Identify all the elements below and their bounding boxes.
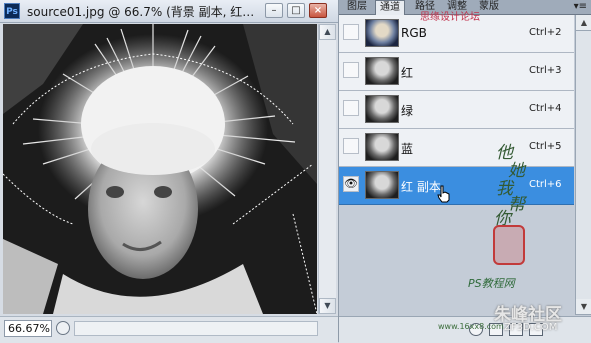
channel-shortcut: Ctrl+6 bbox=[529, 179, 562, 190]
document-title: source01.jpg @ 66.7% (背景 副本, 红… bbox=[27, 5, 255, 19]
watermark-domain: ZF3D.COM bbox=[504, 322, 558, 333]
channel-name: RGB bbox=[401, 26, 427, 40]
channel-name: 蓝 bbox=[401, 142, 414, 156]
channel-thumbnail bbox=[365, 57, 399, 85]
bangs bbox=[91, 123, 215, 175]
visibility-toggle[interactable] bbox=[343, 62, 359, 78]
scroll-up-icon[interactable]: ▲ bbox=[319, 24, 336, 40]
channels-panel: 图层 通道 路径 调整 蒙版 ▾≡ RGB Ctrl+2 红 Ctrl+3 绿 … bbox=[339, 0, 591, 343]
channel-row[interactable]: 蓝 Ctrl+5 bbox=[339, 129, 574, 167]
status-info-icon[interactable] bbox=[56, 321, 70, 335]
channel-thumbnail bbox=[365, 133, 399, 161]
watermark-top: 思缘设计论坛 bbox=[420, 12, 480, 23]
visibility-toggle[interactable] bbox=[343, 24, 359, 40]
maximize-button[interactable]: □ bbox=[287, 3, 305, 18]
visibility-toggle[interactable] bbox=[343, 138, 359, 154]
hand-cursor-icon bbox=[437, 185, 450, 203]
channel-shortcut: Ctrl+2 bbox=[529, 27, 562, 38]
tab-layers[interactable]: 图层 bbox=[343, 0, 371, 14]
channel-thumbnail bbox=[365, 95, 399, 123]
channel-row[interactable]: 红 Ctrl+3 bbox=[339, 53, 574, 91]
zoom-field[interactable]: 66.67% bbox=[4, 320, 52, 337]
channel-name: 红 副本 bbox=[401, 180, 441, 194]
channel-name: 红 bbox=[401, 66, 414, 80]
document-window: Ps source01.jpg @ 66.7% (背景 副本, 红… – □ × bbox=[0, 0, 339, 343]
channel-thumbnail bbox=[365, 171, 399, 199]
visibility-toggle[interactable] bbox=[343, 100, 359, 116]
document-titlebar[interactable]: Ps source01.jpg @ 66.7% (背景 副本, 红… – □ × bbox=[0, 0, 338, 23]
scroll-down-icon[interactable]: ▼ bbox=[319, 298, 336, 314]
channel-shortcut: Ctrl+3 bbox=[529, 65, 562, 76]
channel-name: 绿 bbox=[401, 104, 414, 118]
channel-row-selected[interactable]: 👁 红 副本 Ctrl+6 bbox=[339, 167, 574, 205]
tab-channels[interactable]: 通道 bbox=[375, 0, 405, 15]
scroll-down-icon[interactable]: ▼ bbox=[576, 299, 591, 315]
channel-shortcut: Ctrl+5 bbox=[529, 141, 562, 152]
vertical-scrollbar[interactable]: ▲ ▼ bbox=[318, 24, 336, 314]
close-button[interactable]: × bbox=[309, 3, 327, 18]
panel-menu-icon[interactable]: ▾≡ bbox=[574, 1, 587, 12]
scroll-up-icon[interactable]: ▲ bbox=[576, 15, 591, 31]
channel-thumbnail bbox=[365, 19, 399, 47]
watermark-seal bbox=[493, 225, 525, 265]
watermark-ps: PS教程网 bbox=[468, 277, 515, 290]
photoshop-icon: Ps bbox=[4, 3, 20, 19]
channel-row[interactable]: 绿 Ctrl+4 bbox=[339, 91, 574, 129]
image-canvas[interactable] bbox=[3, 24, 317, 314]
canvas-image bbox=[3, 24, 317, 314]
minimize-button[interactable]: – bbox=[265, 3, 283, 18]
watermark-url: www.16xx8.com bbox=[438, 322, 504, 331]
status-bar: 66.67% bbox=[0, 316, 338, 343]
horizontal-scrollbar[interactable] bbox=[74, 321, 318, 336]
panel-scrollbar[interactable]: ▲ ▼ bbox=[575, 15, 591, 315]
left-eye bbox=[106, 186, 124, 198]
eye-icon[interactable]: 👁 bbox=[343, 176, 359, 192]
right-eye bbox=[154, 186, 172, 198]
channel-shortcut: Ctrl+4 bbox=[529, 103, 562, 114]
